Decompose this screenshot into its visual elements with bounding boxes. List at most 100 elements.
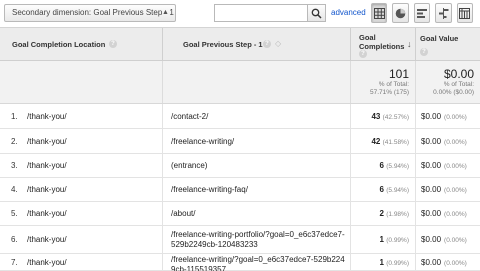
table-row: 2. /thank-you/ /freelance-writing/42 (41.5… bbox=[0, 129, 480, 154]
column-header-location[interactable]: Goal Completion Location ? bbox=[0, 28, 163, 60]
goal-location-link[interactable]: /thank-you/ bbox=[27, 209, 67, 218]
row-number: 3. bbox=[11, 161, 18, 170]
search-button[interactable] bbox=[308, 4, 326, 22]
totals-empty-cell bbox=[0, 61, 163, 103]
goal-value: $0.00 (0.00%) bbox=[421, 137, 467, 146]
sort-descending-icon[interactable]: ↓ bbox=[407, 39, 412, 49]
goal-value-percent: (0.00%) bbox=[444, 139, 467, 146]
goal-value: $0.00 (0.00%) bbox=[421, 185, 467, 194]
table-row: 7. /thank-you/ /freelance-writing/?goal=0_… bbox=[0, 254, 480, 271]
secondary-dimension-dropdown[interactable]: Secondary dimension: Goal Previous Step … bbox=[4, 4, 176, 22]
help-icon[interactable]: ? bbox=[359, 50, 367, 58]
goal-location-link[interactable]: /thank-you/ bbox=[27, 258, 67, 267]
previous-step-link[interactable]: /freelance-writing/ bbox=[171, 137, 349, 147]
table-filter-input[interactable] bbox=[214, 4, 308, 22]
performance-view-button[interactable] bbox=[413, 3, 431, 23]
row-number: 5. bbox=[11, 209, 18, 218]
completions-value: 1 (0.99%) bbox=[380, 258, 409, 267]
value-cell: $0.00 (0.00%) bbox=[416, 202, 480, 225]
goal-value-amount: $0.00 bbox=[421, 209, 442, 218]
value-cell: $0.00 (0.00%) bbox=[416, 129, 480, 153]
row-number: 7. bbox=[11, 258, 18, 267]
goal-value-amount: $0.00 bbox=[421, 235, 442, 244]
completions-cell: 6 (5.94%) bbox=[351, 154, 416, 177]
table-row: 4. /thank-you/ /freelance-writing-faq/6 (5… bbox=[0, 178, 480, 202]
goal-value-percent: (0.00%) bbox=[444, 163, 467, 170]
goal-location-link[interactable]: /thank-you/ bbox=[27, 235, 67, 244]
table-row: 1. /thank-you/ /contact-2/43 (42.57%) $0.00… bbox=[0, 104, 480, 129]
help-icon[interactable]: ? bbox=[263, 40, 271, 48]
totals-value-sub2: 0.00% ($0.00) bbox=[433, 89, 474, 96]
goal-location-link[interactable]: /thank-you/ bbox=[27, 112, 67, 121]
table-row: 3. /thank-you/ (entrance) 6 (5.94%) $0.00 (0.… bbox=[0, 154, 480, 178]
goal-location-link[interactable]: /thank-you/ bbox=[27, 161, 67, 170]
completions-count: 6 bbox=[379, 185, 384, 194]
row-number: 4. bbox=[11, 185, 18, 194]
completions-cell: 42 (41.58%) bbox=[351, 129, 416, 153]
goal-location-link[interactable]: /thank-you/ bbox=[27, 185, 67, 194]
pie-view-icon bbox=[395, 8, 406, 18]
totals-row: 101 % of Total: 57.71% (175) $0.00 % of … bbox=[0, 61, 480, 104]
completions-value: 42 (41.58%) bbox=[371, 137, 409, 146]
completions-value: 6 (5.94%) bbox=[380, 161, 409, 170]
value-cell: $0.00 (0.00%) bbox=[416, 178, 480, 201]
location-cell: 3. /thank-you/ bbox=[0, 154, 163, 177]
row-number: 2. bbox=[11, 137, 18, 146]
goal-value-percent: (0.00%) bbox=[444, 211, 467, 218]
completions-count: 6 bbox=[379, 161, 384, 170]
totals-completions-sub2: 57.71% (175) bbox=[369, 89, 409, 96]
totals-completions-sub1: % of Total: bbox=[378, 81, 409, 88]
table-view-icon bbox=[373, 7, 385, 19]
totals-value-cell: $0.00 % of Total: 0.00% ($0.00) bbox=[416, 61, 480, 103]
completions-count: 2 bbox=[379, 209, 384, 218]
goal-location-link[interactable]: /thank-you/ bbox=[27, 137, 67, 146]
completions-percent: (0.99%) bbox=[386, 260, 409, 267]
previous-step-cell: /freelance-writing-faq/ bbox=[163, 178, 351, 201]
previous-step-link[interactable]: (entrance) bbox=[171, 161, 349, 171]
column-header-previous-step-label: Goal Previous Step - 1 bbox=[183, 40, 263, 49]
previous-step-link[interactable]: /contact-2/ bbox=[171, 112, 349, 122]
goal-value-percent: (0.00%) bbox=[444, 114, 467, 121]
column-header-previous-step[interactable]: Goal Previous Step - 1 ? ◇ bbox=[163, 28, 351, 60]
previous-step-link[interactable]: /freelance-writing-portfolio/?goal=0_e6c… bbox=[171, 230, 349, 250]
help-icon[interactable]: ? bbox=[420, 48, 428, 56]
performance-view-icon bbox=[416, 8, 427, 18]
completions-count: 1 bbox=[379, 235, 384, 244]
previous-step-cell: /freelance-writing/?goal=0_e6c37edce7-52… bbox=[163, 254, 351, 271]
previous-step-cell: /freelance-writing/ bbox=[163, 129, 351, 153]
completions-cell: 1 (0.99%) bbox=[351, 226, 416, 253]
previous-step-link[interactable]: /freelance-writing/?goal=0_e6c37edce7-52… bbox=[171, 255, 349, 271]
previous-step-link[interactable]: /freelance-writing-faq/ bbox=[171, 185, 349, 195]
previous-step-link[interactable]: /about/ bbox=[171, 209, 349, 219]
dropdown-arrows-icon: ▲ bbox=[162, 9, 169, 16]
table-view-button[interactable] bbox=[371, 3, 388, 23]
goal-value-amount: $0.00 bbox=[421, 185, 442, 194]
previous-step-cell: (entrance) bbox=[163, 154, 351, 177]
value-cell: $0.00 (0.00%) bbox=[416, 154, 480, 177]
pivot-view-button[interactable] bbox=[456, 3, 474, 23]
location-cell: 1. /thank-you/ bbox=[0, 104, 163, 128]
comparison-view-button[interactable] bbox=[435, 3, 452, 23]
completions-percent: (5.94%) bbox=[386, 163, 409, 170]
previous-step-cell: /freelance-writing-portfolio/?goal=0_e6c… bbox=[163, 226, 351, 253]
column-header-completions[interactable]: Goal Completions ↓ ? bbox=[351, 28, 416, 60]
advanced-filter-link[interactable]: advanced bbox=[331, 4, 366, 22]
location-cell: 4. /thank-you/ bbox=[0, 178, 163, 201]
previous-step-cell: /contact-2/ bbox=[163, 104, 351, 128]
location-cell: 5. /thank-you/ bbox=[0, 202, 163, 225]
value-cell: $0.00 (0.00%) bbox=[416, 226, 480, 253]
completions-count: 43 bbox=[371, 112, 381, 121]
completions-percent: (5.94%) bbox=[386, 187, 409, 194]
goal-value: $0.00 (0.00%) bbox=[421, 235, 467, 244]
help-icon[interactable]: ? bbox=[109, 40, 117, 48]
pie-view-button[interactable] bbox=[392, 3, 409, 23]
completions-value: 6 (5.94%) bbox=[380, 185, 409, 194]
remove-dimension-icon[interactable]: ◇ bbox=[275, 39, 281, 48]
completions-cell: 6 (5.94%) bbox=[351, 178, 416, 201]
table-header: Goal Completion Location ? Goal Previous… bbox=[0, 28, 480, 61]
table-row: 5. /thank-you/ /about/2 (1.98%) $0.00 (0.00%… bbox=[0, 202, 480, 226]
value-cell: $0.00 (0.00%) bbox=[416, 104, 480, 128]
completions-percent: (0.99%) bbox=[386, 237, 409, 244]
column-header-value[interactable]: Goal Value ? bbox=[416, 28, 480, 60]
location-cell: 2. /thank-you/ bbox=[0, 129, 163, 153]
